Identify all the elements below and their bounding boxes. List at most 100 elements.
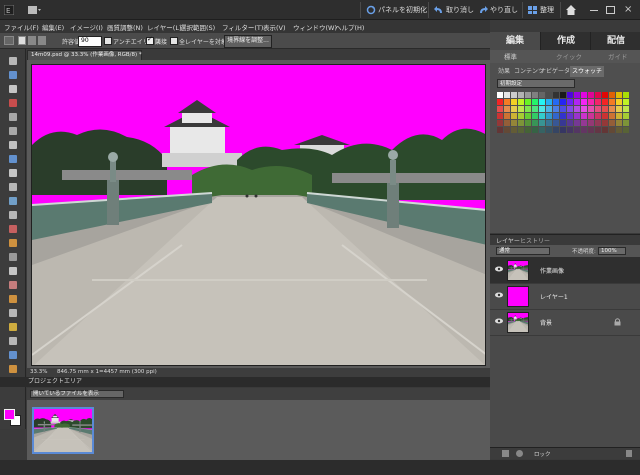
swatch[interactable] bbox=[560, 127, 566, 133]
swatch[interactable] bbox=[602, 92, 608, 98]
swatch[interactable] bbox=[581, 99, 587, 105]
swatch[interactable] bbox=[623, 106, 629, 112]
swatch[interactable] bbox=[623, 99, 629, 105]
swatch[interactable] bbox=[616, 120, 622, 126]
swatch[interactable] bbox=[588, 113, 594, 119]
swatch[interactable] bbox=[546, 113, 552, 119]
swatch[interactable] bbox=[567, 106, 573, 112]
swatch[interactable] bbox=[553, 113, 559, 119]
swatch[interactable] bbox=[553, 106, 559, 112]
swatch[interactable] bbox=[616, 113, 622, 119]
swatch[interactable] bbox=[539, 127, 545, 133]
tolerance-input[interactable]: 90 bbox=[78, 36, 102, 47]
swatch[interactable] bbox=[497, 99, 503, 105]
swatch[interactable] bbox=[504, 120, 510, 126]
swatch[interactable] bbox=[511, 106, 517, 112]
swatch[interactable] bbox=[560, 92, 566, 98]
contiguous-checkbox[interactable]: ✓ bbox=[146, 35, 154, 45]
redo-button[interactable]: やり直し bbox=[478, 3, 518, 17]
swatch[interactable] bbox=[525, 106, 531, 112]
swatch[interactable] bbox=[588, 127, 594, 133]
swatch[interactable] bbox=[602, 120, 608, 126]
marquee-tool-icon[interactable] bbox=[6, 110, 20, 124]
swatch[interactable] bbox=[518, 106, 524, 112]
swatch[interactable] bbox=[595, 99, 601, 105]
tool-preset-icon[interactable] bbox=[4, 36, 14, 45]
swatch[interactable] bbox=[574, 106, 580, 112]
swatch[interactable] bbox=[567, 120, 573, 126]
swatch[interactable] bbox=[553, 127, 559, 133]
swatch[interactable] bbox=[497, 113, 503, 119]
swatch[interactable] bbox=[623, 127, 629, 133]
swatch[interactable] bbox=[497, 106, 503, 112]
home-button[interactable] bbox=[566, 3, 578, 17]
swatch[interactable] bbox=[567, 113, 573, 119]
swatch[interactable] bbox=[616, 127, 622, 133]
swatch[interactable] bbox=[518, 120, 524, 126]
menu-image[interactable]: イメージ(I) bbox=[70, 22, 103, 32]
image-canvas[interactable] bbox=[31, 64, 486, 366]
swatch[interactable] bbox=[581, 106, 587, 112]
swatch[interactable] bbox=[546, 99, 552, 105]
zoom-tool-icon[interactable] bbox=[6, 68, 20, 82]
swatch[interactable] bbox=[504, 106, 510, 112]
swatch[interactable] bbox=[497, 92, 503, 98]
layer-row[interactable]: レイヤー1 bbox=[490, 283, 640, 310]
swatch[interactable] bbox=[532, 99, 538, 105]
swatch[interactable] bbox=[574, 120, 580, 126]
move-tool-icon[interactable] bbox=[6, 54, 20, 68]
swatch[interactable] bbox=[609, 127, 615, 133]
swatch[interactable] bbox=[553, 120, 559, 126]
swatch[interactable] bbox=[574, 113, 580, 119]
tab-create[interactable]: 作成 bbox=[540, 32, 591, 50]
swatch[interactable] bbox=[616, 99, 622, 105]
menu-help[interactable]: ヘルプ(H) bbox=[335, 22, 364, 32]
swatch[interactable] bbox=[588, 106, 594, 112]
tab-layers[interactable]: レイヤー bbox=[496, 236, 520, 245]
swatch[interactable] bbox=[567, 99, 573, 105]
eyedropper-tool-icon[interactable] bbox=[6, 96, 20, 110]
swatch[interactable] bbox=[504, 127, 510, 133]
reset-panels-button[interactable]: パネルを初期化 bbox=[366, 3, 427, 17]
swatch[interactable] bbox=[560, 120, 566, 126]
swatch[interactable] bbox=[616, 92, 622, 98]
swatch[interactable] bbox=[581, 127, 587, 133]
swatch[interactable] bbox=[595, 113, 601, 119]
swatch[interactable] bbox=[581, 120, 587, 126]
new-layer-icon[interactable] bbox=[502, 450, 509, 457]
brush-tool-icon[interactable] bbox=[6, 278, 20, 292]
crop-tool-icon[interactable] bbox=[6, 180, 20, 194]
tab-standard[interactable]: 標準 bbox=[504, 51, 517, 61]
swatch[interactable] bbox=[504, 113, 510, 119]
foreground-color-swatch[interactable] bbox=[4, 409, 15, 420]
swatch[interactable] bbox=[574, 99, 580, 105]
project-bin-header[interactable]: プロジェクトエリア bbox=[0, 377, 490, 387]
swatch[interactable] bbox=[560, 113, 566, 119]
swatch-preset-dropdown[interactable]: 初期設定 bbox=[497, 79, 575, 88]
antialias-checkbox[interactable] bbox=[104, 37, 112, 45]
gradient-tool-icon[interactable] bbox=[6, 320, 20, 334]
swatch[interactable] bbox=[546, 106, 552, 112]
swatch[interactable] bbox=[602, 99, 608, 105]
swatch[interactable] bbox=[602, 127, 608, 133]
swatch[interactable] bbox=[553, 99, 559, 105]
undo-button[interactable]: 取り消し bbox=[434, 3, 474, 17]
swatch[interactable] bbox=[574, 92, 580, 98]
swatch[interactable] bbox=[504, 99, 510, 105]
swatch[interactable] bbox=[602, 106, 608, 112]
swatch[interactable] bbox=[539, 99, 545, 105]
menu-layer[interactable]: レイヤー(L) bbox=[147, 22, 182, 32]
opacity-input[interactable]: 100% bbox=[598, 247, 626, 255]
swatch[interactable] bbox=[532, 106, 538, 112]
swatch[interactable] bbox=[553, 92, 559, 98]
all-layers-checkbox[interactable] bbox=[170, 37, 178, 45]
layer-row[interactable]: 作業画像 bbox=[490, 257, 640, 284]
paint-bucket-tool-icon[interactable] bbox=[6, 306, 20, 320]
straighten-tool-icon[interactable] bbox=[6, 208, 20, 222]
swatch[interactable] bbox=[567, 127, 573, 133]
swatch[interactable] bbox=[595, 127, 601, 133]
workspace-menu-button[interactable] bbox=[28, 3, 44, 17]
swatch[interactable] bbox=[539, 106, 545, 112]
swatch[interactable] bbox=[532, 120, 538, 126]
swatch[interactable] bbox=[581, 113, 587, 119]
